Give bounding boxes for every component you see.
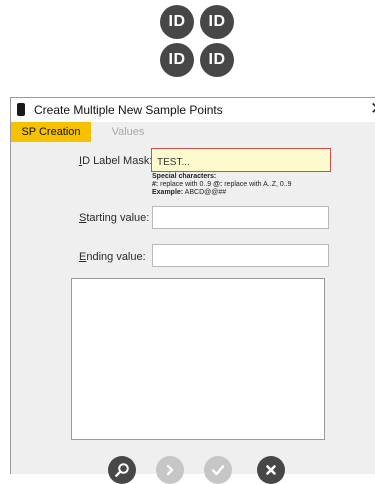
logo-badge: ID [160, 43, 194, 77]
magnifier-icon [115, 463, 129, 477]
checkmark-icon [211, 465, 225, 476]
chevron-right-icon [166, 464, 174, 476]
confirm-button[interactable] [204, 456, 232, 484]
tab-sp-creation[interactable]: SP Creation [11, 122, 91, 142]
special-characters-rule: #: replace with 0..9 @: replace with A..… [152, 181, 292, 188]
id-label-mask-label: ID Label Mask: [79, 155, 152, 167]
close-icon [266, 465, 276, 475]
ending-value-label: Ending value: [79, 251, 146, 263]
logo-badge: ID [160, 5, 194, 39]
logo-badge: ID [200, 43, 234, 77]
dialog-titlebar: Create Multiple New Sample Points ✕ [11, 98, 375, 122]
id-label-mask-input[interactable] [151, 148, 331, 172]
dialog-title: Create Multiple New Sample Points [34, 103, 223, 117]
special-characters-heading: Special characters: [152, 173, 217, 180]
tab-values[interactable]: Values [91, 122, 165, 142]
app-logo: ID ID ID ID [160, 5, 234, 77]
generated-ids-list[interactable] [71, 278, 325, 440]
label-text: D Label Mask: [82, 155, 153, 167]
logo-badge: ID [200, 5, 234, 39]
close-icon[interactable]: ✕ [370, 99, 375, 119]
label-text: nding value: [86, 251, 146, 263]
app-icon [17, 103, 25, 116]
label-text: tarting value: [86, 212, 150, 224]
ending-value-input[interactable] [152, 244, 329, 267]
starting-value-input[interactable] [152, 206, 329, 229]
cancel-button[interactable] [257, 456, 285, 484]
next-button[interactable] [156, 456, 184, 484]
special-characters-example: Example: ABCD@@## [152, 189, 227, 196]
preview-button[interactable] [108, 456, 136, 484]
create-sample-points-dialog: Create Multiple New Sample Points ✕ SP C… [10, 97, 375, 484]
starting-value-label: Starting value: [79, 212, 149, 224]
